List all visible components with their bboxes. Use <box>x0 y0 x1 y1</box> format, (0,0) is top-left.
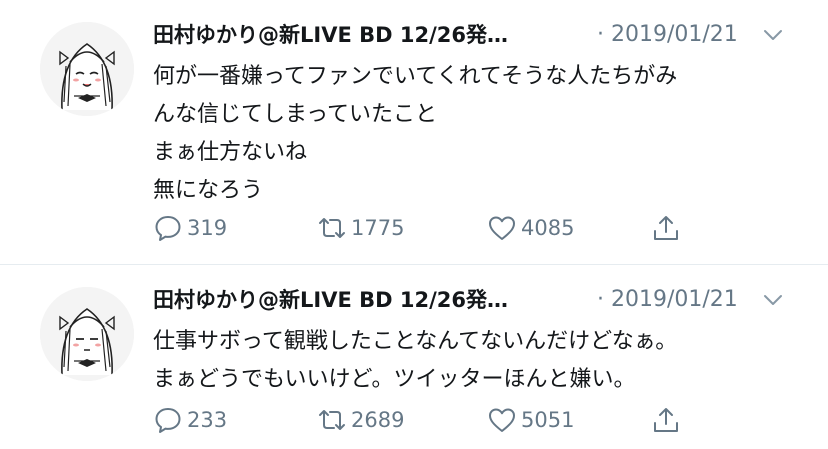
retweet-count: 2689 <box>351 408 405 432</box>
retweet-arrows-icon <box>317 213 347 243</box>
chevron-down-icon[interactable] <box>762 291 784 309</box>
avatar[interactable] <box>40 287 134 381</box>
avatar-illustration <box>40 22 134 116</box>
retweet-button[interactable]: 2689 <box>317 400 404 440</box>
tweet-text: 仕事サボって観戦したことなんてないんだけどなぁ。 まぁどうでもいいけど。ツイッタ… <box>153 323 798 399</box>
tweet-text-line: 何が一番嫌ってファンでいてくれてそうな人たちがみ <box>153 64 678 89</box>
heart-outline-icon <box>487 405 517 435</box>
like-button[interactable]: 4085 <box>487 208 574 248</box>
tweet-date[interactable]: · 2019/01/21 <box>597 20 738 50</box>
tweet-header: 田村ゆかり@新LIVE BD 12/26発… · 2019/01/21 <box>153 20 788 52</box>
reply-count: 319 <box>187 216 228 240</box>
share-button[interactable] <box>651 400 681 440</box>
author-name[interactable]: 田村ゆかり@新LIVE BD 12/26発… <box>153 20 508 50</box>
avatar-illustration <box>40 287 134 381</box>
retweet-arrows-icon <box>317 405 347 435</box>
chevron-down-icon[interactable] <box>762 26 784 44</box>
reply-button[interactable]: 319 <box>153 208 227 248</box>
tweet-text-line: 無になろう <box>153 178 264 203</box>
reply-button[interactable]: 233 <box>153 400 227 440</box>
heart-outline-icon <box>487 213 517 243</box>
share-upload-icon <box>651 405 681 435</box>
tweet-text-line: んな信じてしまっていたこと <box>153 102 438 127</box>
share-button[interactable] <box>651 208 681 248</box>
like-count: 5051 <box>521 408 575 432</box>
like-count: 4085 <box>521 216 575 240</box>
tweet-text-line: 仕事サボって観戦したことなんてないんだけどなぁ。 <box>153 329 678 354</box>
share-upload-icon <box>651 213 681 243</box>
reply-count: 233 <box>187 408 228 432</box>
author-name[interactable]: 田村ゆかり@新LIVE BD 12/26発… <box>153 285 508 315</box>
reply-bubble-icon <box>153 213 183 243</box>
tweet[interactable]: 田村ゆかり@新LIVE BD 12/26発… · 2019/01/21 何が一番… <box>0 0 828 264</box>
tweet-text-line: まぁ仕方ないね <box>153 140 308 165</box>
retweet-button[interactable]: 1775 <box>317 208 404 248</box>
like-button[interactable]: 5051 <box>487 400 574 440</box>
tweet-text: 何が一番嫌ってファンでいてくれてそうな人たちがみ んな信じてしまっていたこと ま… <box>153 58 798 210</box>
reply-bubble-icon <box>153 405 183 435</box>
tweet[interactable]: 田村ゆかり@新LIVE BD 12/26発… · 2019/01/21 仕事サボ… <box>0 265 828 449</box>
tweet-date[interactable]: · 2019/01/21 <box>597 285 738 315</box>
tweet-text-line: まぁどうでもいいけど。ツイッターほんと嫌い。 <box>153 367 636 392</box>
avatar[interactable] <box>40 22 134 116</box>
tweet-header: 田村ゆかり@新LIVE BD 12/26発… · 2019/01/21 <box>153 285 788 317</box>
retweet-count: 1775 <box>351 216 405 240</box>
